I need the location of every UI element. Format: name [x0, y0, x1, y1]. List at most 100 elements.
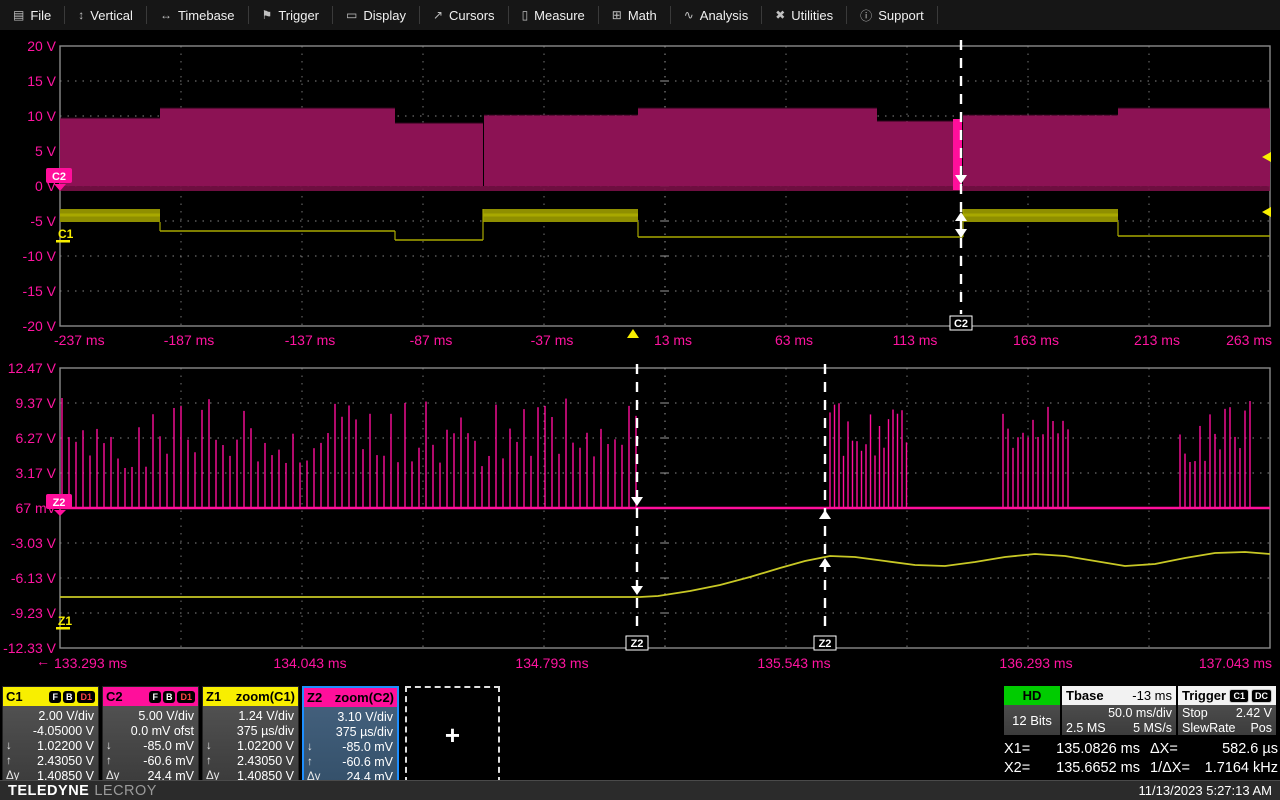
cursor-high-icon: ↑: [307, 756, 327, 768]
c1-values: 2.00 V/div -4.05000 V ↓1.02200 V ↑2.4305…: [3, 706, 98, 783]
x-axis-label: 134.793 ms: [515, 655, 588, 671]
c1-badge-d1: D1: [77, 691, 95, 703]
trigger-coupling-badge: DC: [1251, 689, 1272, 703]
c2-waveform: [160, 109, 395, 186]
trigger-position-marker[interactable]: [627, 329, 639, 338]
z2-cursor-high: -60.6 mV: [327, 755, 393, 769]
x1-value: 135.0826 ms: [1040, 741, 1150, 757]
z2-vdiv: 3.10 V/div: [327, 710, 393, 724]
c1-header[interactable]: C1 F B D1: [3, 687, 98, 706]
c2-waveform: [1118, 109, 1270, 186]
dx-label: ΔX=: [1150, 741, 1198, 757]
x-axis-label: 134.043 ms: [273, 655, 346, 671]
z1-tdiv: 375 µs/div: [226, 724, 294, 738]
trigger-slope: Pos: [1250, 721, 1272, 735]
z1-title: Z1: [206, 689, 221, 704]
z2-header[interactable]: Z2 zoom(C2): [304, 688, 397, 707]
y-axis-label: -20 V: [23, 318, 57, 334]
add-trace-box[interactable]: +: [405, 686, 500, 783]
inv-dx-value: 1.7164 kHz: [1198, 760, 1278, 776]
c1-vdiv: 2.00 V/div: [26, 709, 94, 723]
hd-bits-label: 12 Bits: [1004, 705, 1060, 735]
tbase-delay: -13 ms: [1132, 688, 1172, 703]
c1-zero-marker: [56, 240, 70, 243]
timebase-panel[interactable]: Tbase-13 ms 50.0 ms/div 2.5 MS 5 MS/s: [1062, 686, 1176, 735]
z1-values: 1.24 V/div 375 µs/div ↓1.02200 V ↑2.4305…: [203, 706, 298, 783]
c2-channel-tag-label: C2: [52, 171, 66, 183]
datetime-label: 11/13/2023 5:27:13 AM: [1139, 783, 1272, 798]
z1-header[interactable]: Z1 zoom(C1): [203, 687, 298, 706]
x-axis-label: -237 ms: [54, 332, 105, 348]
x-axis-label: -37 ms: [531, 332, 574, 348]
x2-cursor-arrow: [819, 558, 831, 567]
cursor-high-icon: ↑: [206, 755, 226, 767]
z1-subtitle: zoom(C1): [236, 689, 295, 704]
tbase-samples: 2.5 MS: [1066, 721, 1106, 735]
y-axis-label: -5 V: [30, 213, 56, 229]
zoom-descriptor-z1[interactable]: Z1 zoom(C1) 1.24 V/div 375 µs/div ↓1.022…: [202, 686, 299, 783]
c1-badge-b: B: [63, 691, 76, 703]
z2-values: 3.10 V/div 375 µs/div ↓-85.0 mV ↑-60.6 m…: [304, 707, 397, 784]
y-axis-label: 10 V: [27, 108, 56, 124]
y-axis-label: -6.13 V: [11, 570, 57, 586]
z1-cursor-high: 2.43050 V: [226, 754, 294, 768]
c2-cursor-high: -60.6 mV: [126, 754, 194, 768]
x-axis-label: -137 ms: [285, 332, 336, 348]
y-axis-label: 20 V: [27, 38, 56, 54]
tbase-title: Tbase: [1066, 688, 1104, 703]
c2-badge-b: B: [163, 691, 176, 703]
x-axis-label: 263 ms: [1226, 332, 1272, 348]
c1-offset: -4.05000 V: [26, 724, 94, 738]
x1-cursor-arrow: [631, 497, 643, 506]
y-axis-label: 15 V: [27, 73, 56, 89]
z1-zero-marker: [56, 627, 70, 630]
c2-header[interactable]: C2 F B D1: [103, 687, 198, 706]
tbase-rate: 5 MS/s: [1133, 721, 1172, 735]
cursor-low-icon: ↓: [6, 740, 26, 752]
inv-dx-label: 1/ΔX=: [1150, 760, 1198, 776]
x-axis-label: 163 ms: [1013, 332, 1059, 348]
x1-label: X1=: [1004, 741, 1040, 757]
trigger-source-badge: C1: [1229, 689, 1249, 703]
z2-channel-tag-label: Z2: [53, 497, 66, 509]
c2-title: C2: [106, 689, 123, 704]
status-bar: TELEDYNELECROY 11/13/2023 5:27:13 AM: [0, 780, 1280, 800]
y-axis-label: -15 V: [23, 283, 57, 299]
y-axis-label: 6.27 V: [16, 430, 57, 446]
cursor-low-icon: ↓: [307, 741, 327, 753]
c2-badge-d1: D1: [177, 691, 195, 703]
hd-panel[interactable]: HD 12 Bits: [1004, 686, 1060, 735]
x-axis-label: 213 ms: [1134, 332, 1180, 348]
c1-cursor-high: 2.43050 V: [26, 754, 94, 768]
x2-cursor-arrow: [819, 510, 831, 519]
oscilloscope-app: ▤File↕Vertical↔Timebase⚑Trigger▭Display↗…: [0, 0, 1280, 800]
x-axis-label: -187 ms: [164, 332, 215, 348]
x2-cursor-label: Z2: [819, 638, 832, 650]
x-axis-label: 113 ms: [893, 332, 938, 348]
z2-title: Z2: [307, 690, 322, 705]
y-axis-label: 9.37 V: [16, 395, 57, 411]
plus-icon: +: [445, 725, 460, 745]
c2-badge-f: F: [149, 691, 161, 703]
y-axis-label: -10 V: [23, 248, 57, 264]
c2-waveform: [963, 116, 1118, 186]
x-axis-label: -87 ms: [410, 332, 453, 348]
cursor-high-icon: ↑: [106, 755, 126, 767]
channel-descriptor-c1[interactable]: C1 F B D1 2.00 V/div -4.05000 V ↓1.02200…: [2, 686, 99, 783]
cursor-high-icon: ↑: [6, 755, 26, 767]
waveform-display: 20 V15 V10 V5 V0 V-5 V-10 V-15 V-20 V-23…: [0, 0, 1280, 800]
c1-cursor-low: 1.02200 V: [26, 739, 94, 753]
trigger-mode: Stop: [1182, 706, 1208, 720]
z1-trace: [60, 552, 1270, 597]
x-axis-label: 137.043 ms: [1199, 655, 1272, 671]
zoom-descriptor-z2[interactable]: Z2 zoom(C2) 3.10 V/div 375 µs/div ↓-85.0…: [302, 686, 399, 783]
c2-values: 5.00 V/div 0.0 mV ofst ↓-85.0 mV ↑-60.6 …: [103, 706, 198, 783]
main-cursor-label: C2: [954, 318, 968, 330]
c2-waveform: [60, 119, 160, 186]
z1-vdiv: 1.24 V/div: [226, 709, 294, 723]
cursor-low-icon: ↓: [106, 740, 126, 752]
y-axis-label: 5 V: [35, 143, 57, 159]
trigger-panel[interactable]: Trigger C1 DC Stop 2.42 V SlewRate Pos: [1178, 686, 1276, 735]
channel-descriptor-c2[interactable]: C2 F B D1 5.00 V/div 0.0 mV ofst ↓-85.0 …: [102, 686, 199, 783]
trigger-type: SlewRate: [1182, 721, 1236, 735]
